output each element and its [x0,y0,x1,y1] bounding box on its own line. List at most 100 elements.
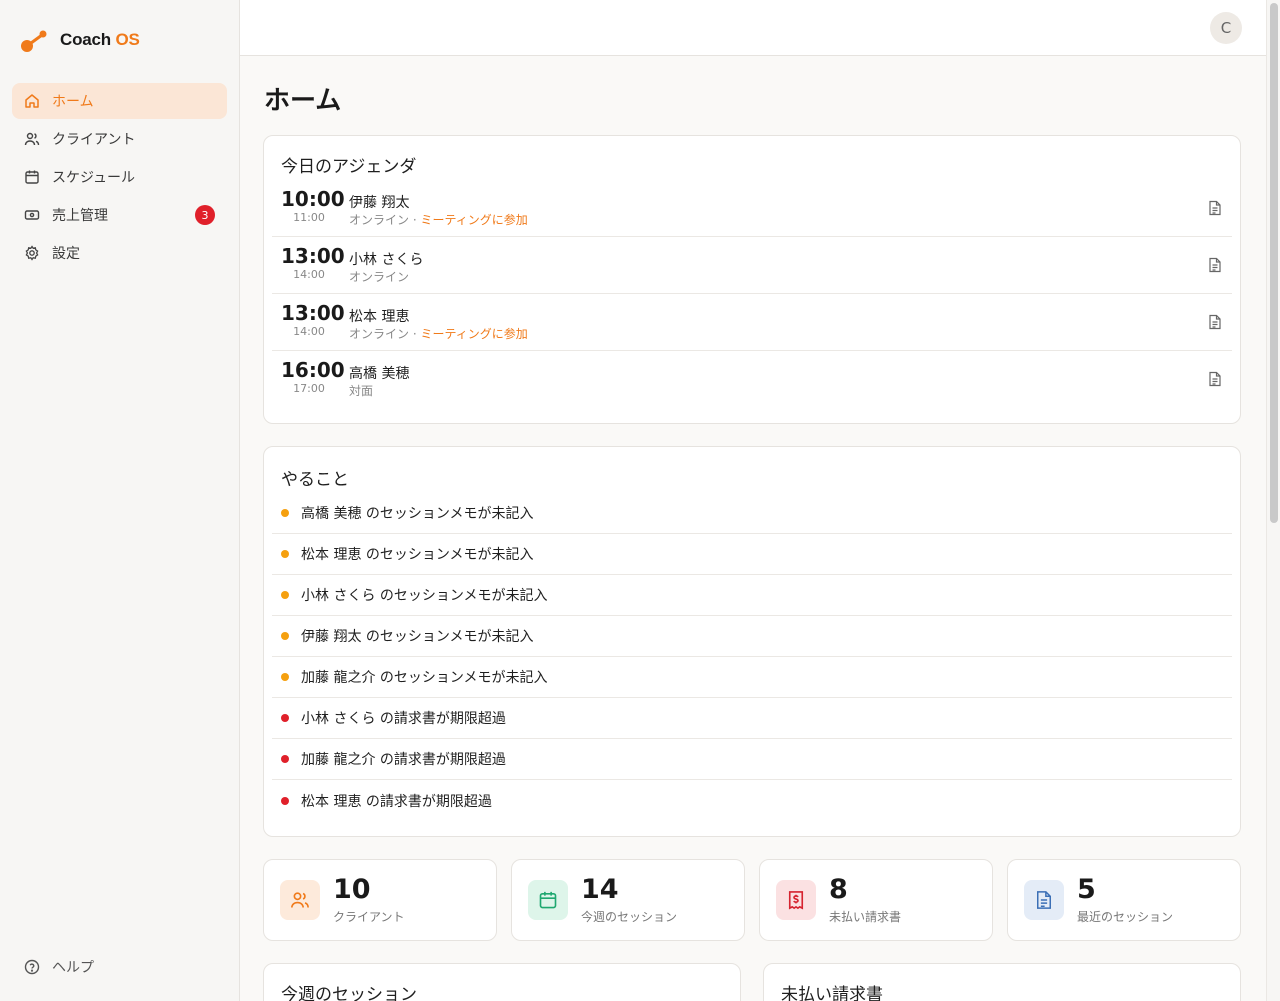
agenda-meta: 対面 [349,382,373,399]
agenda-row[interactable]: 10:00 11:00 伊藤 翔太 オンライン · ミーティングに参加 [272,180,1232,237]
agenda-start-time: 13:00 [281,244,345,268]
week-sessions-title: 今週のセッション [281,985,417,1001]
sidebar: Coach OS ホーム クライアント スケジュール 売上管理 3 設定 ヘルプ [0,0,240,1001]
sidebar-item-settings[interactable]: 設定 [12,235,227,271]
stat-card-clients[interactable]: 10 クライアント [263,859,497,941]
document-icon[interactable] [1208,314,1222,330]
todo-item[interactable]: 松本 理恵 のセッションメモが未記入 [272,534,1232,575]
brand-logo[interactable]: Coach OS [20,26,140,54]
stat-card-unpaid-invoices[interactable]: 8 未払い請求書 [759,859,993,941]
sidebar-item-clients[interactable]: クライアント [12,121,227,157]
alert-dot-icon [281,714,289,722]
agenda-end-time: 11:00 [293,211,325,224]
todo-list: 高橋 美穂 のセッションメモが未記入 松本 理恵 のセッションメモが未記入 小林… [272,493,1232,821]
sidebar-item-label: スケジュール [52,170,136,186]
warning-dot-icon [281,591,289,599]
agenda-end-time: 17:00 [293,382,325,395]
agenda-client-name: 小林 さくら [349,252,424,268]
agenda-end-time: 14:00 [293,268,325,281]
todo-text: 松本 理恵 の請求書が期限超過 [301,793,492,810]
sidebar-item-sales[interactable]: 売上管理 3 [12,197,227,233]
stat-card-recent-sessions[interactable]: 5 最近のセッション [1007,859,1241,941]
agenda-title: 今日のアジェンダ [281,157,417,177]
stat-label: 最近のセッション [1077,910,1174,924]
todo-item[interactable]: 小林 さくら のセッションメモが未記入 [272,575,1232,616]
agenda-start-time: 13:00 [281,301,345,325]
document-icon[interactable] [1208,257,1222,273]
document-icon[interactable] [1208,371,1222,387]
stat-value: 14 [581,874,619,905]
agenda-mode: オンライン [349,270,410,284]
stat-value: 5 [1077,874,1096,905]
notification-badge: 3 [195,205,215,225]
join-meeting-link[interactable]: ミーティングに参加 [420,327,527,341]
todo-item[interactable]: 高橋 美穂 のセッションメモが未記入 [272,493,1232,534]
agenda-card: 今日のアジェンダ 10:00 11:00 伊藤 翔太 オンライン · ミーティン… [263,135,1241,424]
topbar: C [240,0,1266,56]
todo-item[interactable]: 加藤 龍之介 のセッションメモが未記入 [272,657,1232,698]
agenda-row[interactable]: 13:00 14:00 小林 さくら オンライン [272,237,1232,294]
users-icon [24,131,40,147]
agenda-client-name: 伊藤 翔太 [349,195,410,211]
warning-dot-icon [281,673,289,681]
page-title: ホーム [264,86,342,116]
avatar[interactable]: C [1210,12,1242,44]
todo-item[interactable]: 伊藤 翔太 のセッションメモが未記入 [272,616,1232,657]
invoice-dollar-icon [776,880,816,920]
stat-value: 8 [829,874,848,905]
todo-text: 伊藤 翔太 のセッションメモが未記入 [301,629,534,645]
todo-card: やること 高橋 美穂 のセッションメモが未記入 松本 理恵 のセッションメモが未… [263,446,1241,837]
help-link[interactable]: ヘルプ [24,957,94,977]
join-meeting-link[interactable]: ミーティングに参加 [420,213,527,227]
agenda-separator: · [409,213,421,227]
help-label: ヘルプ [52,960,94,976]
agenda-end-time: 14:00 [293,325,325,338]
todo-text: 加藤 龍之介 のセッションメモが未記入 [301,670,548,686]
todo-text: 松本 理恵 のセッションメモが未記入 [301,547,534,563]
todo-item[interactable]: 加藤 龍之介 の請求書が期限超過 [272,739,1232,780]
todo-text: 高橋 美穂 のセッションメモが未記入 [301,506,534,522]
todo-item[interactable]: 小林 さくら の請求書が期限超過 [272,698,1232,739]
scrollbar[interactable] [1266,0,1280,1001]
sidebar-item-label: 設定 [52,246,80,262]
sidebar-item-label: クライアント [52,132,136,148]
sidebar-nav: ホーム クライアント スケジュール 売上管理 3 設定 [12,83,227,273]
todo-text: 小林 さくら の請求書が期限超過 [301,711,506,727]
todo-title: やること [281,470,349,490]
sidebar-item-label: ホーム [52,94,94,110]
sidebar-item-schedule[interactable]: スケジュール [12,159,227,195]
calendar-icon [24,169,40,185]
todo-item[interactable]: 松本 理恵 の請求書が期限超過 [272,780,1232,821]
stat-label: 未払い請求書 [829,910,902,924]
document-icon [1024,880,1064,920]
todo-text: 小林 さくら のセッションメモが未記入 [301,588,548,604]
agenda-separator: · [409,327,421,341]
brand-name: Coach OS [60,30,140,49]
sidebar-item-home[interactable]: ホーム [12,83,227,119]
warning-dot-icon [281,509,289,517]
gear-icon [24,245,40,261]
alert-dot-icon [281,796,289,805]
agenda-meta: オンライン · ミーティングに参加 [349,211,528,228]
stat-label: 今週のセッション [581,910,678,924]
calendar-icon [528,880,568,920]
agenda-start-time: 16:00 [281,358,345,382]
todo-text: 加藤 龍之介 の請求書が期限超過 [301,752,506,768]
wallet-icon [24,207,40,223]
agenda-row[interactable]: 16:00 17:00 高橋 美穂 対面 [272,351,1232,408]
agenda-mode: 対面 [349,384,374,398]
scrollbar-thumb[interactable] [1270,3,1278,523]
agenda-meta: オンライン · ミーティングに参加 [349,325,528,342]
agenda-mode: オンライン [349,213,410,227]
sidebar-item-label: 売上管理 [52,208,108,224]
agenda-meta: オンライン [349,268,409,285]
week-sessions-card: 今週のセッション [263,963,741,1001]
agenda-client-name: 高橋 美穂 [349,366,410,382]
agenda-mode: オンライン [349,327,410,341]
warning-dot-icon [281,550,289,558]
stat-card-week-sessions[interactable]: 14 今週のセッション [511,859,745,941]
logo-icon [20,27,50,53]
agenda-row[interactable]: 13:00 14:00 松本 理恵 オンライン · ミーティングに参加 [272,294,1232,351]
document-icon[interactable] [1208,200,1222,216]
help-circle-icon [24,959,40,975]
